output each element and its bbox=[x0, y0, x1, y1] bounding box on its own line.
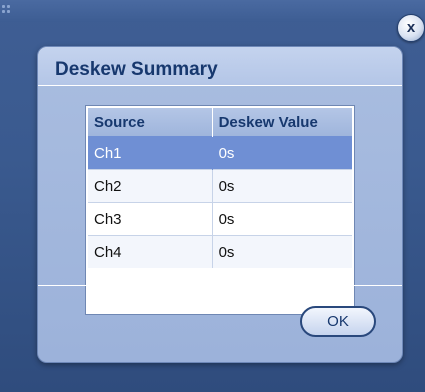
grip-dots-icon[interactable] bbox=[2, 5, 14, 17]
deskew-value-cell: 0s bbox=[212, 235, 352, 268]
ok-button[interactable]: OK bbox=[300, 306, 376, 337]
deskew-table: Source Deskew Value Ch1 0s Ch2 0s Ch3 0s bbox=[85, 105, 355, 315]
source-cell: Ch2 bbox=[88, 169, 213, 203]
table-row[interactable]: Ch3 0s bbox=[88, 202, 352, 236]
table-row[interactable]: Ch2 0s bbox=[88, 169, 352, 203]
close-icon[interactable]: x bbox=[397, 14, 425, 42]
source-cell: Ch4 bbox=[88, 235, 213, 268]
dialog-divider bbox=[38, 285, 402, 286]
source-cell: Ch1 bbox=[88, 136, 213, 170]
table-row[interactable]: Ch1 0s bbox=[88, 136, 352, 170]
dialog-title: Deskew Summary bbox=[55, 59, 218, 80]
dialog-header: Deskew Summary bbox=[38, 47, 402, 86]
column-header-deskew-value: Deskew Value bbox=[212, 108, 352, 137]
deskew-value-cell: 0s bbox=[212, 136, 352, 170]
deskew-value-cell: 0s bbox=[212, 169, 352, 203]
source-cell: Ch3 bbox=[88, 202, 213, 236]
table-row[interactable]: Ch4 0s bbox=[88, 235, 352, 268]
deskew-summary-dialog: Deskew Summary Source Deskew Value Ch1 0… bbox=[37, 46, 403, 363]
window-title-bar bbox=[0, 0, 425, 22]
column-header-source: Source bbox=[88, 108, 213, 137]
deskew-value-cell: 0s bbox=[212, 202, 352, 236]
table-header-row: Source Deskew Value bbox=[88, 108, 352, 137]
